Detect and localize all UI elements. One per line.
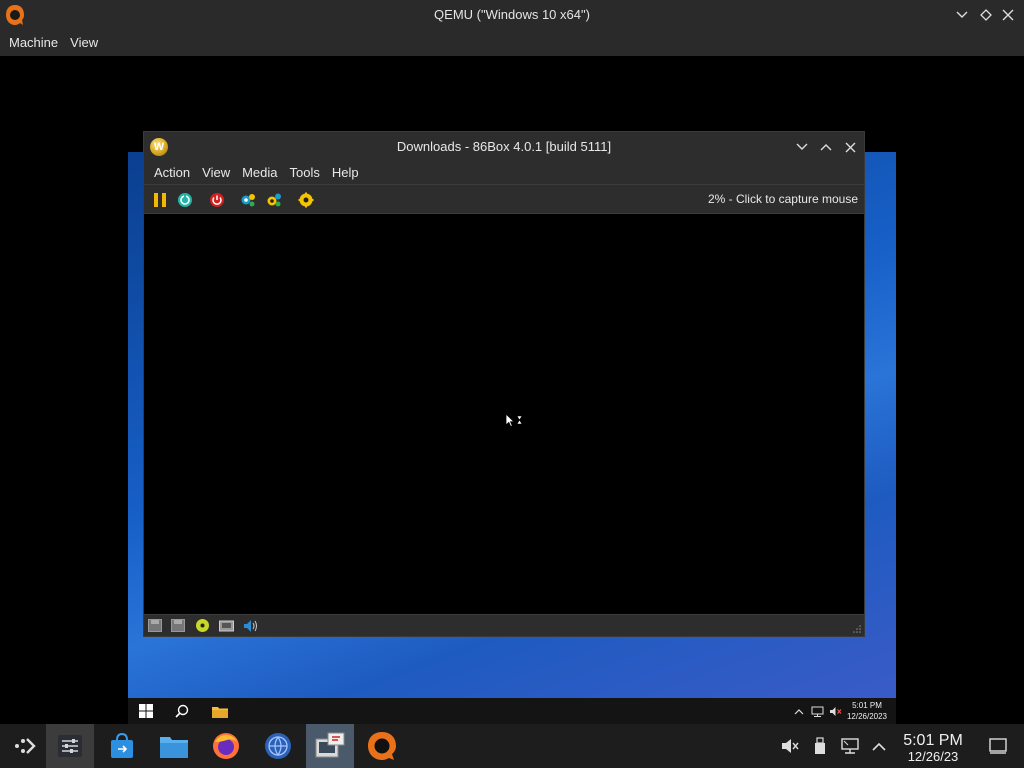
steamdeck-launcher-icon [15,738,36,754]
host-panel: 5:01 PM 12/26/23 [0,724,1024,768]
minimize-button[interactable] [952,4,972,26]
menu-media[interactable]: Media [236,162,283,184]
power-icon [210,193,224,207]
resize-grip-icon[interactable] [852,624,862,634]
pause-icon [154,193,166,207]
host-clock-date: 12/26/23 [907,749,959,764]
86box-maximize-button[interactable] [816,136,836,158]
storage-device-icon[interactable] [810,736,830,756]
86box-logo-icon[interactable]: W [150,138,168,156]
application-launcher[interactable] [0,724,48,768]
cdrom-drive[interactable] [194,618,210,633]
qemu-window-title: QEMU ("Windows 10 x64") [434,7,590,22]
guest-clock[interactable]: 5:01 PM 12/26/2023 [842,700,892,722]
host-clock[interactable]: 5:01 PM 12/26/23 [898,732,968,765]
vm-manager-icon [315,732,345,758]
close-button[interactable] [998,4,1018,26]
floppy-drive-2[interactable] [170,618,186,633]
menu-action[interactable]: Action [148,162,196,184]
qemu-titlebar: QEMU ("Windows 10 x64") [0,0,1024,30]
folder-icon [160,737,188,758]
menu-view[interactable]: View [196,162,236,184]
menu-machine[interactable]: Machine [3,30,64,56]
discard-button[interactable] [265,191,283,209]
settings-icon [241,194,255,207]
windows-start-icon[interactable] [137,702,155,720]
volume-muted-icon[interactable] [780,736,800,756]
busy-cursor-icon [505,413,523,428]
guest-taskbar: 5:01 PM 12/26/2023 [128,698,896,724]
86box-toolbar: 2% - Click to capture mouse [144,184,864,214]
system-settings-app[interactable] [46,724,94,768]
86box-window[interactable]: W Downloads - 86Box 4.0.1 [build 5111] A… [143,131,865,637]
sliders-icon [58,735,82,757]
ctrl-alt-del-button[interactable] [297,191,315,209]
firefox-app[interactable] [202,724,250,768]
pause-button[interactable] [151,191,169,209]
network-tray-icon[interactable] [808,702,826,720]
sound-icon [243,619,257,632]
network-icon [218,620,234,631]
guest-clock-date: 12/26/2023 [846,712,888,721]
network-wired-icon[interactable] [840,736,860,756]
reset-button[interactable] [176,191,194,209]
close-icon [845,142,855,152]
globe-icon [265,733,291,759]
86box-emulated-screen[interactable] [144,214,864,614]
chevron-down-icon [796,143,808,150]
search-icon[interactable] [173,702,191,720]
power-button[interactable] [208,191,226,209]
show-hidden-icons-icon[interactable] [790,702,808,720]
virtual-machine-manager-app[interactable] [306,724,354,768]
host-clock-time: 5:01 PM [903,732,963,749]
86box-statusbar [144,614,864,636]
cdrom-icon [195,619,209,632]
qemu-icon [368,732,396,760]
maximize-button[interactable] [976,4,996,26]
floppy-drive-1[interactable] [147,618,163,633]
menu-tools[interactable]: Tools [284,162,326,184]
chevron-down-icon [956,11,968,18]
dolphin-files-app[interactable] [150,724,198,768]
capture-mouse-status[interactable]: 2% - Click to capture mouse [708,185,858,214]
menu-help[interactable]: Help [326,162,365,184]
86box-close-button[interactable] [840,136,860,158]
discard-icon [267,193,281,207]
tray-expand-icon[interactable] [869,736,889,756]
qemu-menubar: Machine View [0,30,1024,56]
floppy-drive-2-icon [171,619,185,632]
file-explorer-icon[interactable] [211,702,229,720]
network-status[interactable] [218,618,234,633]
86box-titlebar[interactable]: W Downloads - 86Box 4.0.1 [build 5111] [144,132,864,162]
qemu-logo-icon[interactable] [5,4,25,26]
settings-button[interactable] [239,191,257,209]
discover-app[interactable] [98,724,146,768]
sound-status[interactable] [242,618,258,633]
floppy-drive-1-icon [148,619,162,632]
reset-icon [178,193,192,207]
qemu-app[interactable] [358,724,406,768]
86box-menubar: Action View Media Tools Help [144,162,864,184]
network-browser-app[interactable] [254,724,302,768]
firefox-icon [213,733,239,759]
show-desktop-button[interactable] [988,736,1008,756]
diamond-icon [980,9,992,21]
cad-icon [298,192,314,208]
86box-minimize-button[interactable] [792,136,812,158]
shopping-bag-icon [111,733,133,758]
chevron-up-icon [820,144,832,151]
menu-view[interactable]: View [64,30,104,56]
show-desktop-icon [989,738,1007,754]
close-icon [1002,9,1014,21]
guest-clock-time: 5:01 PM [852,701,882,710]
86box-window-title: Downloads - 86Box 4.0.1 [build 5111] [396,139,612,154]
